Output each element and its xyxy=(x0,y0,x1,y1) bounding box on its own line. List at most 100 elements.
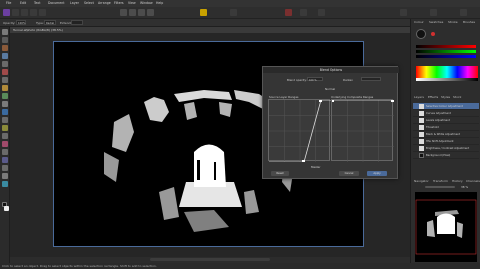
layer-row[interactable]: Levels Adjustment xyxy=(413,117,479,124)
menu-select[interactable]: Select xyxy=(84,1,94,5)
reset-button[interactable]: Reset xyxy=(271,171,289,176)
persona-photo-icon[interactable] xyxy=(3,9,10,16)
layer-row[interactable]: Background (Pixel) xyxy=(413,152,479,159)
colour-spectrum[interactable] xyxy=(416,66,478,78)
layer-row[interactable]: Selective Colour Adjustment xyxy=(413,103,479,110)
document-title: Tunnel.afphoto (RGBA/8) (38.5%) xyxy=(13,28,63,32)
tab-brushes[interactable]: Brushes xyxy=(463,20,475,24)
move-tool-icon[interactable] xyxy=(2,29,8,35)
channel-label: Master xyxy=(311,165,321,169)
menu-window[interactable]: Window xyxy=(140,1,153,5)
tab-history[interactable]: History xyxy=(452,179,463,183)
opacity-label: Opacity: xyxy=(3,21,16,25)
menu-view[interactable]: View xyxy=(128,1,136,5)
tab-navigator[interactable]: Navigator xyxy=(414,179,429,183)
quickmask-icon[interactable] xyxy=(285,9,292,16)
tab-layers[interactable]: Layers xyxy=(414,95,424,99)
blend-mode-select[interactable] xyxy=(361,77,381,81)
persona-export-icon[interactable] xyxy=(39,9,46,16)
tab-channels[interactable]: Channels xyxy=(466,179,480,183)
greyscale-strip[interactable] xyxy=(416,78,478,81)
tab-stroke[interactable]: Stroke xyxy=(448,20,458,24)
opacity-field[interactable]: 100% xyxy=(16,20,26,25)
extend-select[interactable] xyxy=(71,20,83,25)
paint-brush-icon[interactable] xyxy=(2,85,8,91)
pixel-tool-icon[interactable] xyxy=(2,93,8,99)
sun-icon[interactable] xyxy=(200,9,207,16)
green-slider[interactable] xyxy=(416,50,476,53)
blue-slider[interactable] xyxy=(416,55,476,58)
marquee-icon[interactable] xyxy=(2,69,8,75)
flood-fill-icon[interactable] xyxy=(2,109,8,115)
persona-tonemap-icon[interactable] xyxy=(30,9,37,16)
blend-opacity-field[interactable]: 100 % xyxy=(307,77,323,82)
text-tool-icon[interactable] xyxy=(2,173,8,179)
snapping-icon[interactable] xyxy=(318,9,325,16)
source-curve-node xyxy=(302,160,305,163)
secondary-color-swatch[interactable] xyxy=(4,206,9,211)
color-picker-icon[interactable] xyxy=(2,181,8,187)
crop-tool-icon[interactable] xyxy=(2,45,8,51)
selection-brush-icon[interactable] xyxy=(2,53,8,59)
menu-filters[interactable]: Filters xyxy=(114,1,124,5)
erase-brush-icon[interactable] xyxy=(2,101,8,107)
selection-icon[interactable] xyxy=(230,9,237,16)
healing-icon[interactable] xyxy=(2,141,8,147)
blend-options-dialog: Blend Options Blend opacity: 100 % Darke… xyxy=(262,66,399,179)
auto-colours-icon[interactable] xyxy=(138,9,145,16)
flood-select-icon[interactable] xyxy=(2,61,8,67)
colour-picker-icon[interactable] xyxy=(431,32,435,36)
layer-row[interactable]: Black & White Adjustment xyxy=(413,131,479,138)
layer-row[interactable]: Curves Adjustment xyxy=(413,110,479,117)
studio-icon[interactable] xyxy=(460,9,467,16)
menu-layer[interactable]: Layer xyxy=(70,1,79,5)
gradient-tool-icon[interactable] xyxy=(2,117,8,123)
menu-arrange[interactable]: Arrange xyxy=(98,1,111,5)
right-studio-panel: Colour Swatches Stroke Brushes Layers Ef… xyxy=(410,19,480,263)
source-ranges-graph[interactable] xyxy=(268,99,331,163)
underlying-curve-node xyxy=(391,99,394,102)
red-eye-icon[interactable] xyxy=(2,149,8,155)
layer-row[interactable]: Brightness / Contrast Adjustment xyxy=(413,145,479,152)
menu-text[interactable]: Text xyxy=(34,1,40,5)
tab-transform[interactable]: Transform xyxy=(433,179,448,183)
arrange-icon[interactable] xyxy=(400,9,407,16)
tab-styles[interactable]: Styles xyxy=(441,95,450,99)
dialog-titlebar[interactable]: Blend Options xyxy=(263,67,399,73)
persona-liquify-icon[interactable] xyxy=(12,9,19,16)
auto-white-balance-icon[interactable] xyxy=(147,9,154,16)
pen-tool-icon[interactable] xyxy=(2,157,8,163)
view-tool-icon[interactable] xyxy=(2,37,8,43)
persona-develop-icon[interactable] xyxy=(21,9,28,16)
tab-swatches[interactable]: Swatches xyxy=(429,20,443,24)
layer-thumbnail xyxy=(419,139,424,144)
status-text: Click to select an object. Drag to selec… xyxy=(2,264,157,268)
navigator-preview[interactable] xyxy=(415,192,477,262)
zoom-slider[interactable] xyxy=(425,186,455,188)
menu-edit[interactable]: Edit xyxy=(20,1,26,5)
tab-stock[interactable]: Stock xyxy=(453,95,461,99)
shape-tool-icon[interactable] xyxy=(2,165,8,171)
zoom-value[interactable]: 38 % xyxy=(461,185,468,189)
menu-document[interactable]: Document xyxy=(48,1,65,5)
horizontal-scrollbar[interactable] xyxy=(150,258,270,261)
colour-well[interactable] xyxy=(416,29,426,39)
clone-icon[interactable] xyxy=(2,133,8,139)
apply-button[interactable]: Apply xyxy=(367,171,387,176)
view-icon[interactable] xyxy=(430,9,437,16)
layer-row[interactable]: HSL Shift Adjustment xyxy=(413,138,479,145)
assistant-icon[interactable] xyxy=(300,9,307,16)
tab-effects[interactable]: Effects xyxy=(428,95,438,99)
red-slider[interactable] xyxy=(416,45,476,48)
dodge-icon[interactable] xyxy=(2,125,8,131)
menu-file[interactable]: File xyxy=(6,1,11,5)
cancel-button[interactable]: Cancel xyxy=(339,171,359,176)
auto-contrast-icon[interactable] xyxy=(129,9,136,16)
underlying-ranges-graph[interactable] xyxy=(331,99,394,162)
auto-levels-icon[interactable] xyxy=(120,9,127,16)
type-select[interactable]: Radial xyxy=(44,20,56,25)
layer-row[interactable]: Threshold xyxy=(413,124,479,131)
menu-help[interactable]: Help xyxy=(156,1,163,5)
freehand-select-icon[interactable] xyxy=(2,77,8,83)
tab-colour[interactable]: Colour xyxy=(414,20,424,24)
